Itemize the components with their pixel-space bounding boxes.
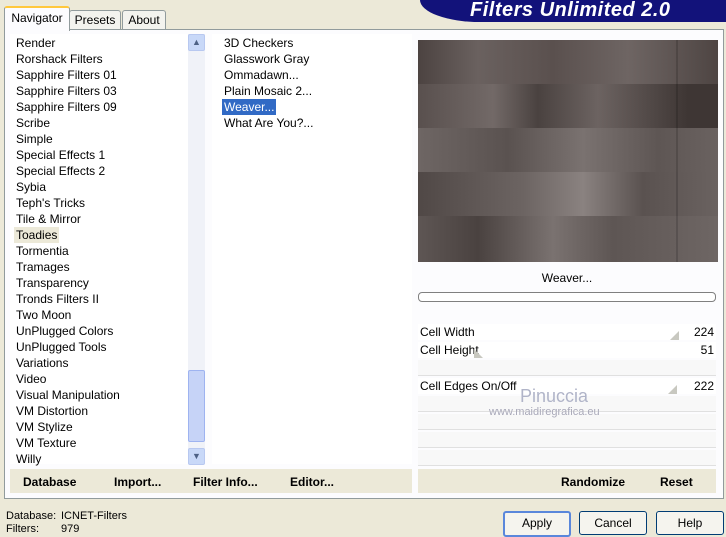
filter-item[interactable]: Glasswork Gray bbox=[222, 51, 311, 67]
tab-presets[interactable]: Presets bbox=[69, 10, 121, 29]
filter-info-button[interactable]: Filter Info... bbox=[193, 475, 258, 489]
category-item[interactable]: Render bbox=[14, 35, 57, 51]
randomize-button[interactable]: Randomize bbox=[561, 475, 625, 489]
category-item[interactable]: Toadies bbox=[14, 227, 60, 243]
database-button[interactable]: Database bbox=[23, 475, 76, 489]
scroll-up-button[interactable]: ▲ bbox=[188, 34, 205, 51]
param-row-empty bbox=[418, 360, 716, 376]
preview-filter-name: Weaver... bbox=[541, 271, 593, 285]
category-item[interactable]: Sybia bbox=[14, 179, 48, 195]
category-item[interactable]: Two Moon bbox=[14, 307, 73, 323]
progress-bar bbox=[418, 292, 716, 302]
param-value: 222 bbox=[693, 379, 714, 393]
chevron-down-icon: ▼ bbox=[192, 451, 201, 461]
tab-navigator[interactable]: Navigator bbox=[4, 6, 70, 31]
category-item[interactable]: Sapphire Filters 03 bbox=[14, 83, 119, 99]
reset-button[interactable]: Reset bbox=[660, 475, 693, 489]
filter-item[interactable]: 3D Checkers bbox=[222, 35, 295, 51]
slider-handle[interactable] bbox=[668, 385, 677, 394]
filter-item[interactable]: Ommadawn... bbox=[222, 67, 301, 83]
status-filters: Filters: 979 bbox=[6, 523, 80, 535]
param-row-empty bbox=[418, 450, 716, 466]
category-list[interactable]: Render Rorshack Filters Sapphire Filters 0… bbox=[10, 34, 188, 467]
category-item[interactable]: Teph's Tricks bbox=[14, 195, 87, 211]
slider-cell-height[interactable]: Cell Height 51 bbox=[418, 342, 716, 358]
category-item[interactable]: UnPlugged Colors bbox=[14, 323, 115, 339]
category-item[interactable]: VM Distortion bbox=[14, 403, 90, 419]
import-button[interactable]: Import... bbox=[114, 475, 161, 489]
scroll-down-button[interactable]: ▼ bbox=[188, 448, 205, 465]
slider-cell-width[interactable]: Cell Width 224 bbox=[418, 324, 716, 340]
filter-list[interactable]: 3D Checkers Glasswork Gray Ommadawn... Plai… bbox=[212, 34, 412, 464]
tab-about[interactable]: About bbox=[122, 10, 166, 29]
category-item[interactable]: Tramages bbox=[14, 259, 72, 275]
preview-image bbox=[418, 40, 718, 262]
category-item[interactable]: Willy bbox=[14, 451, 43, 467]
category-item[interactable]: Sapphire Filters 01 bbox=[14, 67, 119, 83]
param-label: Cell Edges On/Off bbox=[420, 379, 517, 393]
help-button[interactable]: Help bbox=[656, 511, 724, 535]
cancel-button[interactable]: Cancel bbox=[579, 511, 647, 535]
category-item[interactable]: Tormentia bbox=[14, 243, 71, 259]
category-item[interactable]: Tronds Filters II bbox=[14, 291, 101, 307]
param-value: 51 bbox=[700, 343, 714, 357]
param-label: Cell Height bbox=[420, 343, 479, 357]
scroll-thumb[interactable] bbox=[188, 370, 205, 442]
category-item[interactable]: Video bbox=[14, 371, 48, 387]
category-item[interactable]: Visual Manipulation bbox=[14, 387, 122, 403]
param-value: 224 bbox=[693, 325, 714, 339]
slider-handle[interactable] bbox=[670, 331, 679, 340]
category-item[interactable]: Simple bbox=[14, 131, 55, 147]
filter-item[interactable]: Plain Mosaic 2... bbox=[222, 83, 314, 99]
category-scrollbar[interactable]: ▲ ▼ bbox=[188, 34, 205, 465]
editor-button[interactable]: Editor... bbox=[290, 475, 334, 489]
category-item[interactable]: Special Effects 1 bbox=[14, 147, 107, 163]
apply-button[interactable]: Apply bbox=[503, 511, 571, 537]
category-item[interactable]: Sapphire Filters 09 bbox=[14, 99, 119, 115]
watermark-signature: Pinuccia bbox=[520, 386, 589, 406]
param-row-empty bbox=[418, 432, 716, 448]
watermark-url: www.maidiregrafica.eu bbox=[489, 406, 600, 418]
category-item[interactable]: VM Texture bbox=[14, 435, 78, 451]
chevron-up-icon: ▲ bbox=[192, 37, 201, 47]
status-database: Database: ICNET-Filters bbox=[6, 510, 127, 522]
app-title: Filters Unlimited 2.0 bbox=[470, 0, 671, 21]
category-item[interactable]: Scribe bbox=[14, 115, 52, 131]
slider-handle[interactable] bbox=[474, 349, 483, 358]
filter-item[interactable]: What Are You?... bbox=[222, 115, 315, 131]
category-item[interactable]: VM Stylize bbox=[14, 419, 75, 435]
category-item[interactable]: UnPlugged Tools bbox=[14, 339, 109, 355]
category-item[interactable]: Tile & Mirror bbox=[14, 211, 83, 227]
category-item[interactable]: Transparency bbox=[14, 275, 91, 291]
param-label: Cell Width bbox=[420, 325, 475, 339]
category-item[interactable]: Variations bbox=[14, 355, 70, 371]
category-item[interactable]: Special Effects 2 bbox=[14, 163, 107, 179]
filter-item[interactable]: Weaver... bbox=[222, 99, 277, 115]
category-item[interactable]: Rorshack Filters bbox=[14, 51, 105, 67]
